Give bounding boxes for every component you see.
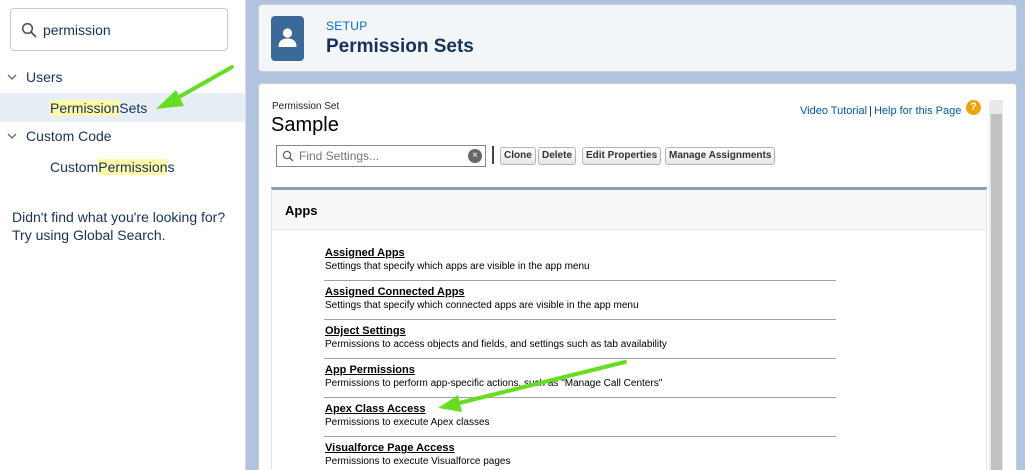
link-separator: |	[869, 105, 872, 117]
sidebar-item-label: Sets	[119, 99, 148, 116]
user-icon	[271, 16, 304, 61]
help-line-1: Didn't find what you're looking for?	[12, 209, 226, 225]
list-item: Assigned Connected Apps Settings that sp…	[324, 281, 836, 320]
assigned-apps-link[interactable]: Assigned Apps	[325, 247, 405, 259]
sidebar-item-label: Custom	[50, 158, 99, 175]
tree-group-custom-code[interactable]: Custom Code	[0, 121, 245, 151]
tree-group-label: Users	[26, 69, 63, 85]
toolbar-divider	[492, 146, 494, 164]
list-item: Apex Class Access Permissions to execute…	[324, 398, 836, 437]
item-description: Permissions to perform app-specific acti…	[325, 378, 663, 389]
sidebar-item-custom-permissions[interactable]: Custom Permission s	[0, 152, 245, 181]
chevron-down-icon	[7, 133, 17, 139]
item-description: Permissions to execute Apex classes	[325, 417, 490, 428]
apps-section-header: Apps	[272, 190, 986, 230]
delete-button[interactable]: Delete	[538, 147, 577, 165]
manage-assignments-button[interactable]: Manage Assignments	[665, 147, 776, 165]
help-links: Video Tutorial | Help for this Page	[800, 105, 961, 117]
video-tutorial-link[interactable]: Video Tutorial	[800, 105, 867, 117]
help-for-page-link[interactable]: Help for this Page	[874, 105, 961, 117]
chevron-down-icon	[7, 74, 17, 80]
apps-section-title: Apps	[285, 203, 318, 218]
sidebar-item-label: s	[167, 158, 175, 175]
visualforce-page-access-link[interactable]: Visualforce Page Access	[325, 442, 455, 454]
scrollbar-thumb[interactable]	[991, 114, 1002, 470]
no-results-help: Didn't find what you're looking for? Try…	[12, 208, 225, 244]
breadcrumb[interactable]: SETUP	[326, 19, 368, 33]
app-permissions-link[interactable]: App Permissions	[325, 364, 415, 376]
object-settings-link[interactable]: Object Settings	[325, 325, 406, 337]
apex-class-access-link[interactable]: Apex Class Access	[325, 403, 426, 415]
item-description: Permissions to access objects and fields…	[325, 339, 667, 350]
item-description: Permissions to execute Visualforce pages	[325, 456, 511, 467]
list-item: Assigned Apps Settings that specify whic…	[324, 242, 836, 281]
quick-find-box[interactable]	[10, 8, 228, 51]
apps-section: Apps Assigned Apps Settings that specify…	[271, 187, 987, 470]
search-icon	[282, 150, 294, 162]
search-icon	[21, 22, 37, 38]
assigned-connected-apps-link[interactable]: Assigned Connected Apps	[325, 286, 465, 298]
clone-button[interactable]: Clone	[500, 147, 536, 165]
setup-sidebar: Users Permission Sets Custom Code Custom…	[0, 0, 246, 470]
page-header: SETUP Permission Sets	[258, 4, 1017, 72]
sidebar-item-permission-sets[interactable]: Permission Sets	[0, 93, 245, 122]
clear-icon[interactable]: ×	[468, 149, 482, 163]
search-highlight: Permission	[98, 158, 168, 175]
item-description: Settings that specify which apps are vis…	[325, 261, 590, 272]
tree-group-users[interactable]: Users	[0, 62, 245, 92]
search-highlight: Permission	[50, 99, 120, 116]
list-item: Visualforce Page Access Permissions to e…	[324, 437, 836, 470]
help-line-2: Try using Global Search.	[12, 227, 166, 243]
find-settings-box[interactable]: ×	[276, 145, 486, 167]
permission-set-detail: Permission Set Sample Video Tutorial | Hel…	[258, 83, 1017, 470]
page-title: Permission Sets	[326, 36, 474, 57]
record-type-label: Permission Set	[272, 101, 340, 112]
find-settings-input[interactable]	[299, 148, 459, 164]
record-name: Sample	[271, 114, 339, 136]
item-description: Settings that specify which connected ap…	[325, 300, 639, 311]
quick-find-input[interactable]	[43, 19, 223, 41]
list-item: Object Settings Permissions to access ob…	[324, 320, 836, 359]
help-icon[interactable]: ?	[966, 100, 981, 115]
edit-properties-button[interactable]: Edit Properties	[582, 147, 662, 165]
tree-group-label: Custom Code	[26, 128, 112, 144]
list-item: App Permissions Permissions to perform a…	[324, 359, 836, 398]
